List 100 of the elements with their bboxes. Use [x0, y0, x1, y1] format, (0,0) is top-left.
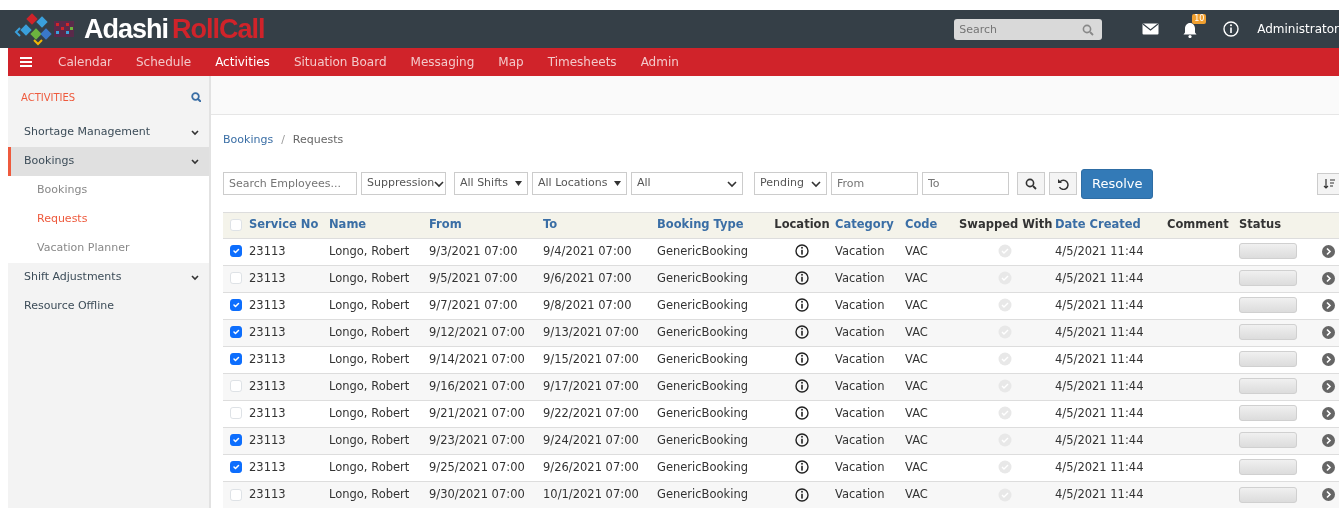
checkbox[interactable]	[230, 461, 242, 474]
table-cell: 9/14/2021 07:00	[429, 351, 525, 366]
resolve-button[interactable]: Resolve	[1081, 168, 1154, 199]
info-icon[interactable]	[795, 460, 809, 475]
table-cell: Longo, Robert	[329, 432, 410, 447]
table-cell: Vacation	[835, 351, 885, 366]
dropdown[interactable]: Suppression	[361, 172, 446, 195]
caret-icon	[515, 181, 522, 186]
sidebar-item[interactable]: Shift Adjustments	[8, 263, 209, 292]
checkbox[interactable]	[230, 326, 242, 339]
sidebar-title: ACTIVITIES	[21, 90, 76, 105]
sidebar-subitem[interactable]: Vacation Planner	[8, 234, 209, 263]
dropdown[interactable]: All	[631, 172, 743, 195]
sidebar-subitem[interactable]: Requests	[8, 205, 209, 234]
table-cell: 23113	[249, 270, 286, 285]
chevron-right-icon[interactable]	[1322, 406, 1335, 420]
chevron-down-icon	[191, 274, 199, 281]
status-indicator	[1239, 297, 1297, 314]
logo-icon	[14, 12, 76, 46]
nav-tab[interactable]: Calendar	[46, 53, 124, 71]
table-cell: 4/5/2021 11:44	[1055, 459, 1144, 474]
checkbox[interactable]	[230, 353, 242, 366]
nav-tab[interactable]: Schedule	[123, 53, 204, 71]
table-cell: 4/5/2021 11:44	[1055, 243, 1144, 258]
table-cell: 9/3/2021 07:00	[429, 243, 518, 258]
chevron-right-icon[interactable]	[1322, 325, 1335, 339]
checkbox[interactable]	[230, 434, 242, 447]
checkbox[interactable]	[230, 299, 242, 312]
status-indicator	[1239, 405, 1297, 422]
chevron-down-icon	[434, 179, 445, 188]
breadcrumb-link[interactable]: Bookings	[223, 132, 274, 149]
nav-tab[interactable]: Admin	[628, 53, 691, 71]
search-button[interactable]	[1017, 172, 1045, 195]
nav-tab[interactable]: Timesheets	[535, 53, 629, 71]
table-cell: Vacation	[835, 487, 885, 502]
status-indicator	[1239, 243, 1297, 260]
sidebar-item[interactable]: Shortage Management	[8, 118, 209, 147]
undo-icon	[1057, 177, 1069, 190]
status-indicator	[1239, 486, 1297, 503]
nav-tab[interactable]: Activities	[203, 53, 282, 71]
sidebar-item[interactable]: Bookings	[8, 147, 209, 176]
status-indicator	[1239, 459, 1297, 476]
nav-tab[interactable]: Map	[486, 53, 536, 71]
search-icon[interactable]	[191, 92, 201, 102]
date-field[interactable]: From	[831, 172, 918, 195]
checkbox[interactable]	[230, 245, 242, 258]
table-cell: 9/8/2021 07:00	[543, 297, 632, 312]
sidebar-item[interactable]: Resource Offline	[8, 292, 209, 321]
sidebar-subitem[interactable]: Bookings	[8, 176, 209, 205]
chevron-right-icon[interactable]	[1322, 488, 1335, 502]
table-cell: VAC	[905, 243, 928, 258]
info-icon[interactable]	[795, 271, 809, 286]
dropdown[interactable]: All Locations	[532, 172, 627, 195]
info-icon[interactable]	[795, 433, 809, 448]
table-cell: VAC	[905, 270, 928, 285]
chevron-right-icon[interactable]	[1322, 379, 1335, 393]
table-cell: VAC	[905, 351, 928, 366]
info-icon[interactable]	[795, 352, 809, 367]
info-icon[interactable]	[795, 487, 809, 502]
column-header[interactable]: From	[429, 217, 462, 232]
dropdown[interactable]: Pending	[754, 172, 827, 195]
column-header[interactable]: To	[543, 217, 558, 232]
chevron-right-icon[interactable]	[1322, 352, 1335, 366]
info-icon[interactable]	[795, 325, 809, 340]
sort-button[interactable]	[1317, 172, 1339, 195]
mail-icon[interactable]	[1142, 23, 1160, 35]
table-cell: GenericBooking	[657, 324, 748, 339]
nav-tab[interactable]: Situation Board	[281, 53, 399, 71]
search-icon	[1025, 177, 1037, 190]
brand-name: RollCall	[172, 12, 265, 46]
table-cell: Vacation	[835, 324, 885, 339]
menu-icon[interactable]	[20, 56, 32, 68]
info-icon[interactable]	[795, 406, 809, 421]
column-header: Status	[1239, 217, 1282, 232]
table-cell: Longo, Robert	[329, 405, 410, 420]
table-cell: 23113	[249, 487, 286, 502]
nav-tab[interactable]: Messaging	[398, 53, 487, 71]
table-cell: GenericBooking	[657, 243, 748, 258]
table-cell: GenericBooking	[657, 351, 748, 366]
chevron-right-icon[interactable]	[1322, 244, 1335, 258]
reset-button[interactable]	[1049, 172, 1077, 195]
info-icon[interactable]	[795, 379, 809, 394]
search-field[interactable]: Search Employees...	[223, 172, 357, 195]
table-cell: 4/5/2021 11:44	[1055, 378, 1144, 393]
table-cell: 23113	[249, 243, 286, 258]
dropdown[interactable]: All Shifts	[454, 172, 528, 195]
table-cell: 9/5/2021 07:00	[429, 270, 518, 285]
info-icon[interactable]	[795, 298, 809, 313]
table-cell: Longo, Robert	[329, 297, 410, 312]
chevron-right-icon[interactable]	[1322, 298, 1335, 312]
info-icon[interactable]	[795, 244, 809, 259]
user-menu[interactable]: Administrator	[1257, 20, 1339, 38]
chevron-right-icon[interactable]	[1322, 433, 1335, 447]
table-cell: 10/1/2021 07:00	[543, 487, 639, 502]
chevron-right-icon[interactable]	[1322, 460, 1335, 474]
chevron-right-icon[interactable]	[1322, 271, 1335, 285]
status-indicator	[1239, 351, 1297, 368]
search-field[interactable]: Search	[954, 18, 1103, 40]
date-field[interactable]: To	[922, 172, 1009, 195]
bell-icon[interactable]	[1183, 21, 1198, 38]
